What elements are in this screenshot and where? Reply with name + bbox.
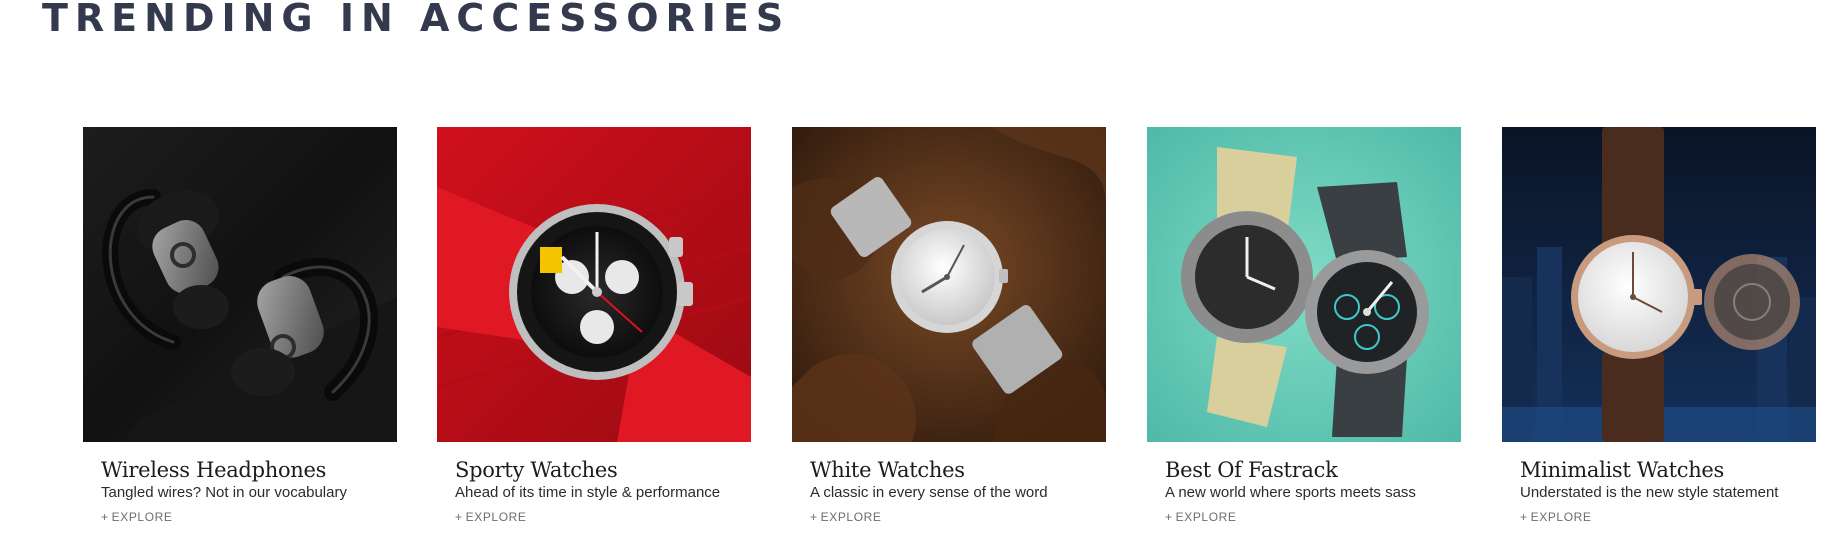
card-text: Sporty Watches Ahead of its time in styl… bbox=[437, 442, 751, 541]
card-description: A classic in every sense of the word bbox=[810, 484, 1048, 501]
card-white-watches[interactable]: White Watches A classic in every sense o… bbox=[792, 127, 1106, 541]
card-description: Ahead of its time in style & performance bbox=[455, 484, 721, 501]
explore-link[interactable]: + EXPLORE bbox=[101, 510, 173, 524]
explore-label: EXPLORE bbox=[1530, 510, 1592, 524]
card-text: Wireless Headphones Tangled wires? Not i… bbox=[83, 442, 397, 541]
card-title[interactable]: White Watches bbox=[810, 458, 965, 482]
card-description: Tangled wires? Not in our vocabulary bbox=[101, 484, 347, 501]
card-description: Understated is the new style statement bbox=[1520, 484, 1779, 501]
wireless-earbuds-image[interactable] bbox=[83, 127, 397, 442]
card-title[interactable]: Sporty Watches bbox=[455, 458, 618, 482]
card-text: Minimalist Watches Understated is the ne… bbox=[1502, 442, 1816, 541]
card-best-of-fastrack[interactable]: Best Of Fastrack A new world where sport… bbox=[1147, 127, 1461, 541]
red-chronograph-watch-image[interactable] bbox=[437, 127, 751, 442]
explore-label: EXPLORE bbox=[111, 510, 173, 524]
white-dial-watch-on-leaves-image[interactable] bbox=[792, 127, 1106, 442]
card-title[interactable]: Wireless Headphones bbox=[101, 458, 326, 482]
explore-link[interactable]: + EXPLORE bbox=[810, 510, 882, 524]
accessories-carousel: Wireless Headphones Tangled wires? Not i… bbox=[83, 127, 1836, 541]
explore-label: EXPLORE bbox=[820, 510, 882, 524]
card-title[interactable]: Best Of Fastrack bbox=[1165, 458, 1338, 482]
card-wireless-headphones[interactable]: Wireless Headphones Tangled wires? Not i… bbox=[83, 127, 397, 541]
plus-icon: + bbox=[101, 510, 109, 524]
explore-link[interactable]: + EXPLORE bbox=[455, 510, 527, 524]
explore-link[interactable]: + EXPLORE bbox=[1165, 510, 1237, 524]
card-text: Best Of Fastrack A new world where sport… bbox=[1147, 442, 1461, 541]
card-text: White Watches A classic in every sense o… bbox=[792, 442, 1106, 541]
plus-icon: + bbox=[1165, 510, 1173, 524]
fastrack-watches-teal-image[interactable] bbox=[1147, 127, 1461, 442]
explore-label: EXPLORE bbox=[465, 510, 527, 524]
plus-icon: + bbox=[1520, 510, 1528, 524]
plus-icon: + bbox=[455, 510, 463, 524]
minimalist-leather-watch-image[interactable] bbox=[1502, 127, 1816, 442]
card-title[interactable]: Minimalist Watches bbox=[1520, 458, 1724, 482]
card-sporty-watches[interactable]: Sporty Watches Ahead of its time in styl… bbox=[437, 127, 751, 541]
card-description: A new world where sports meets sass bbox=[1165, 484, 1416, 501]
plus-icon: + bbox=[810, 510, 818, 524]
explore-label: EXPLORE bbox=[1175, 510, 1237, 524]
section-title: TRENDING IN ACCESSORIES bbox=[42, 0, 791, 40]
card-minimalist-watches[interactable]: Minimalist Watches Understated is the ne… bbox=[1502, 127, 1816, 541]
explore-link[interactable]: + EXPLORE bbox=[1520, 510, 1592, 524]
